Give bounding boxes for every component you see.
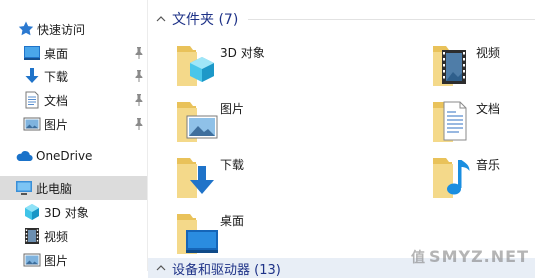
picture-icon <box>23 251 41 269</box>
videos-folder-icon <box>430 40 474 88</box>
documents-folder-icon <box>430 96 474 144</box>
nav-item-pictures[interactable]: 图片 <box>0 112 147 136</box>
watermark: 值 SMYZ.NET <box>411 247 529 267</box>
film-icon <box>23 227 41 245</box>
folder-tile-downloads[interactable]: 下载 <box>174 152 314 200</box>
watermark-logo-icon: 值 <box>411 250 427 266</box>
folder-label: 视频 <box>476 46 501 60</box>
group-divider <box>248 19 535 20</box>
chevron-up-icon <box>156 265 166 271</box>
folder-label: 音乐 <box>476 158 501 172</box>
folder-tile-desktop[interactable]: 桌面 <box>174 208 314 256</box>
desktop-folder-icon <box>174 208 218 256</box>
pictures-folder-icon <box>174 96 218 144</box>
nav-label: 此电脑 <box>36 181 73 196</box>
document-icon <box>23 91 41 109</box>
chevron-up-icon <box>156 16 166 22</box>
nav-item-desktop[interactable]: 桌面 <box>0 41 147 65</box>
nav-label: 图片 <box>44 253 69 268</box>
nav-this-pc[interactable]: 此电脑 <box>0 176 147 200</box>
download-arrow-icon <box>23 67 41 85</box>
folder-label: 下载 <box>220 158 245 172</box>
content-pane: 文件夹 (7) 3D 对象 视频 图片 文档 下载 音乐 桌面 设备和驱动器 (… <box>148 0 535 278</box>
group-title: 文件夹 (7) <box>172 12 239 28</box>
nav-label: 3D 对象 <box>44 205 89 220</box>
folder-tile-3d-objects[interactable]: 3D 对象 <box>174 40 314 88</box>
nav-item-pictures-pc[interactable]: 图片 <box>0 248 147 272</box>
folders-group-header[interactable]: 文件夹 (7) <box>156 9 238 29</box>
nav-label: 下载 <box>44 69 69 84</box>
star-icon <box>17 20 35 38</box>
folder-label: 桌面 <box>220 214 245 228</box>
group-title: 设备和驱动器 (13) <box>172 262 281 278</box>
folder-tile-videos[interactable]: 视频 <box>430 40 530 88</box>
desktop-icon <box>23 44 41 62</box>
nav-item-3d-objects[interactable]: 3D 对象 <box>0 200 147 224</box>
nav-onedrive[interactable]: OneDrive <box>0 144 147 168</box>
folder-label: 文档 <box>476 102 501 116</box>
nav-item-downloads[interactable]: 下载 <box>0 64 147 88</box>
pin-icon[interactable] <box>134 70 144 82</box>
pin-icon[interactable] <box>134 47 144 59</box>
music-folder-icon <box>430 152 474 200</box>
folder-label: 图片 <box>220 102 245 116</box>
nav-label: 桌面 <box>44 46 69 61</box>
nav-item-videos[interactable]: 视频 <box>0 224 147 248</box>
3d-objects-folder-icon <box>174 40 218 88</box>
pin-icon[interactable] <box>134 94 144 106</box>
pin-icon[interactable] <box>134 118 144 130</box>
nav-label: OneDrive <box>36 149 93 163</box>
folder-label: 3D 对象 <box>220 46 265 60</box>
nav-quick-access[interactable]: 快速访问 <box>0 17 147 41</box>
watermark-text: SMYZ.NET <box>429 247 529 266</box>
cloud-icon <box>15 147 33 165</box>
cube-icon <box>23 203 41 221</box>
computer-icon <box>15 179 33 197</box>
folder-tile-pictures[interactable]: 图片 <box>174 96 314 144</box>
folder-tile-music[interactable]: 音乐 <box>430 152 530 200</box>
nav-label: 视频 <box>44 229 69 244</box>
navigation-pane: 快速访问 桌面 下载 文档 图片 OneDrive 此电脑 3D 对象 视频 图… <box>0 0 148 271</box>
nav-label: 快速访问 <box>37 22 86 37</box>
nav-label: 文档 <box>44 93 69 108</box>
downloads-folder-icon <box>174 152 218 200</box>
nav-label: 图片 <box>44 117 69 132</box>
picture-icon <box>23 115 41 133</box>
folder-tile-documents[interactable]: 文档 <box>430 96 530 144</box>
nav-item-documents[interactable]: 文档 <box>0 88 147 112</box>
